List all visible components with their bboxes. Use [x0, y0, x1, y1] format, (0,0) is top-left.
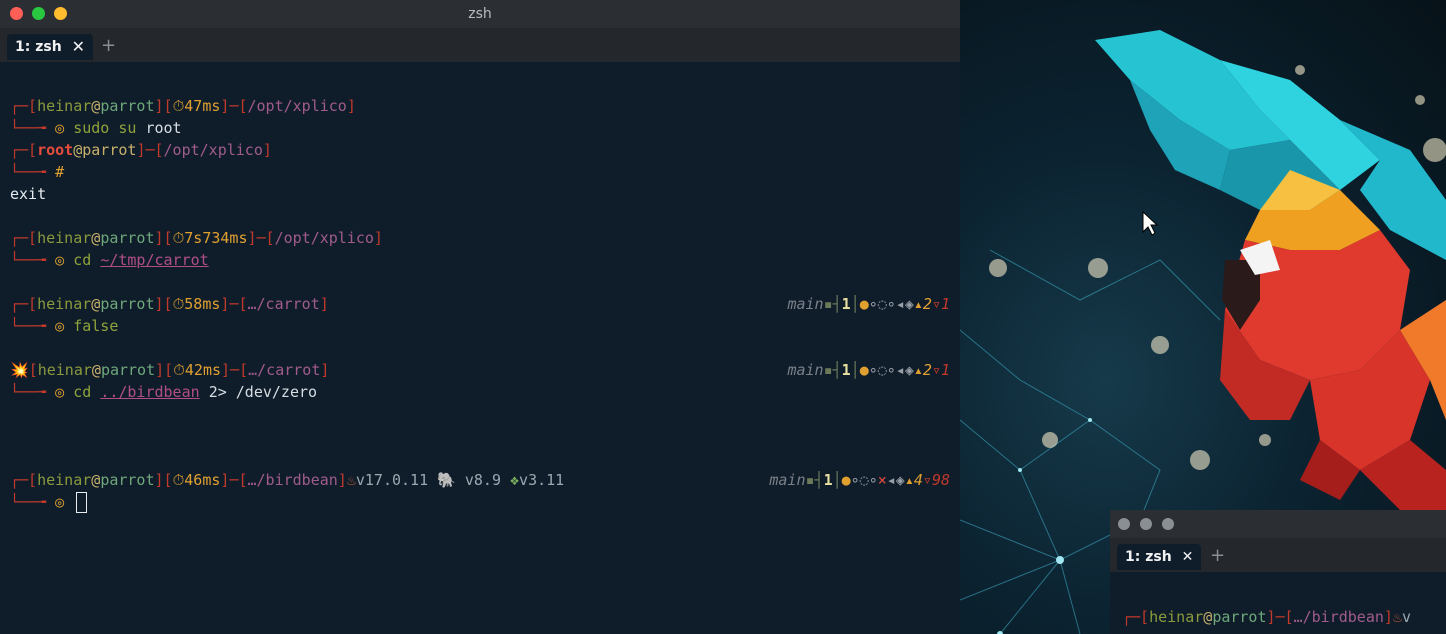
tab-bar: 1: zsh ✕ + — [1110, 538, 1446, 572]
close-window-button[interactable] — [1118, 518, 1130, 530]
command-line: └──╼ # — [10, 163, 65, 181]
command-line: └──╼ ◎ cd ../birdbean 2> /dev/zero — [10, 383, 318, 401]
command-line: └──╼ ◎ cd ~/tmp/carrot — [10, 251, 209, 269]
tab-zsh[interactable]: 1: zsh ✕ — [7, 34, 94, 60]
terminal-window: zsh 1: zsh ✕ + ┌─[heinar@parrot][⏱47ms]─… — [0, 0, 960, 634]
window-title: zsh — [468, 6, 492, 22]
git-status: main▪┤1│●∘◌∘◂◈▴2▿1 — [787, 361, 950, 379]
python-icon: ❖ — [510, 471, 520, 489]
mouse-pointer-icon — [1142, 210, 1159, 236]
close-tab-icon[interactable]: ✕ — [1182, 544, 1194, 570]
title-bar: zsh — [0, 0, 960, 28]
text-cursor — [76, 492, 88, 513]
stopwatch-icon: ⏱ — [172, 97, 185, 115]
prompt-line: ┌─[root@parrot]─[/opt/xplico] — [10, 141, 272, 159]
stopwatch-icon: ⏱ — [172, 295, 185, 313]
prompt-line: 💥[heinar@parrot][⏱42ms]─[…/carrot] — [10, 361, 330, 379]
command-output: exit — [10, 185, 47, 203]
java-cup-icon: ♨ — [346, 471, 356, 489]
command-line: └──╼ ◎ false — [10, 317, 119, 335]
prompt-line: ┌─[heinar@parrot][⏱58ms]─[…/carrot] — [10, 295, 329, 313]
git-status: main▪┤1│●∘◌∘◂◈▴2▿1 — [787, 295, 950, 313]
tab-label: 1: zsh — [1125, 549, 1172, 565]
stopwatch-icon: ⏱ — [172, 229, 185, 247]
minimize-window-button[interactable] — [1140, 518, 1152, 530]
git-status: main▪┤1│●∘◌∘×◂◈▴4▿98 — [769, 471, 950, 489]
stopwatch-icon: ⏱ — [173, 361, 185, 379]
maximize-window-button[interactable] — [1162, 518, 1174, 530]
tab-zsh[interactable]: 1: zsh ✕ — [1117, 544, 1202, 570]
prompt-line: ┌─[heinar@parrot][⏱46ms]─[…/birdbean]♨v1… — [10, 471, 565, 489]
tab-bar: 1: zsh ✕ + — [0, 28, 960, 62]
title-bar — [1110, 510, 1446, 538]
terminal-output[interactable]: ┌─[heinar@parrot][⏱47ms]─[/opt/xplico] └… — [0, 62, 960, 634]
new-tab-button[interactable]: + — [101, 35, 116, 56]
prompt-line: ┌─[heinar@parrot]─[…/birdbean]♨v — [1122, 608, 1411, 626]
tab-label: 1: zsh — [15, 39, 62, 55]
new-tab-button[interactable]: + — [1210, 545, 1225, 566]
stopwatch-icon: ⏱ — [172, 471, 185, 489]
second-terminal-window[interactable]: 1: zsh ✕ + ┌─[heinar@parrot]─[…/birdbean… — [1110, 510, 1446, 634]
elephant-icon: 🐘 — [437, 471, 456, 489]
close-tab-icon[interactable]: ✕ — [72, 34, 85, 60]
command-line: └──╼ ◎ sudo su root — [10, 119, 182, 137]
prompt-line: ┌─[heinar@parrot][⏱7s734ms]─[/opt/xplico… — [10, 229, 383, 247]
command-line: └──╼ ◎ — [10, 491, 88, 513]
error-icon: 💥 — [10, 361, 29, 379]
prompt-line: ┌─[heinar@parrot][⏱47ms]─[/opt/xplico] — [10, 97, 356, 115]
